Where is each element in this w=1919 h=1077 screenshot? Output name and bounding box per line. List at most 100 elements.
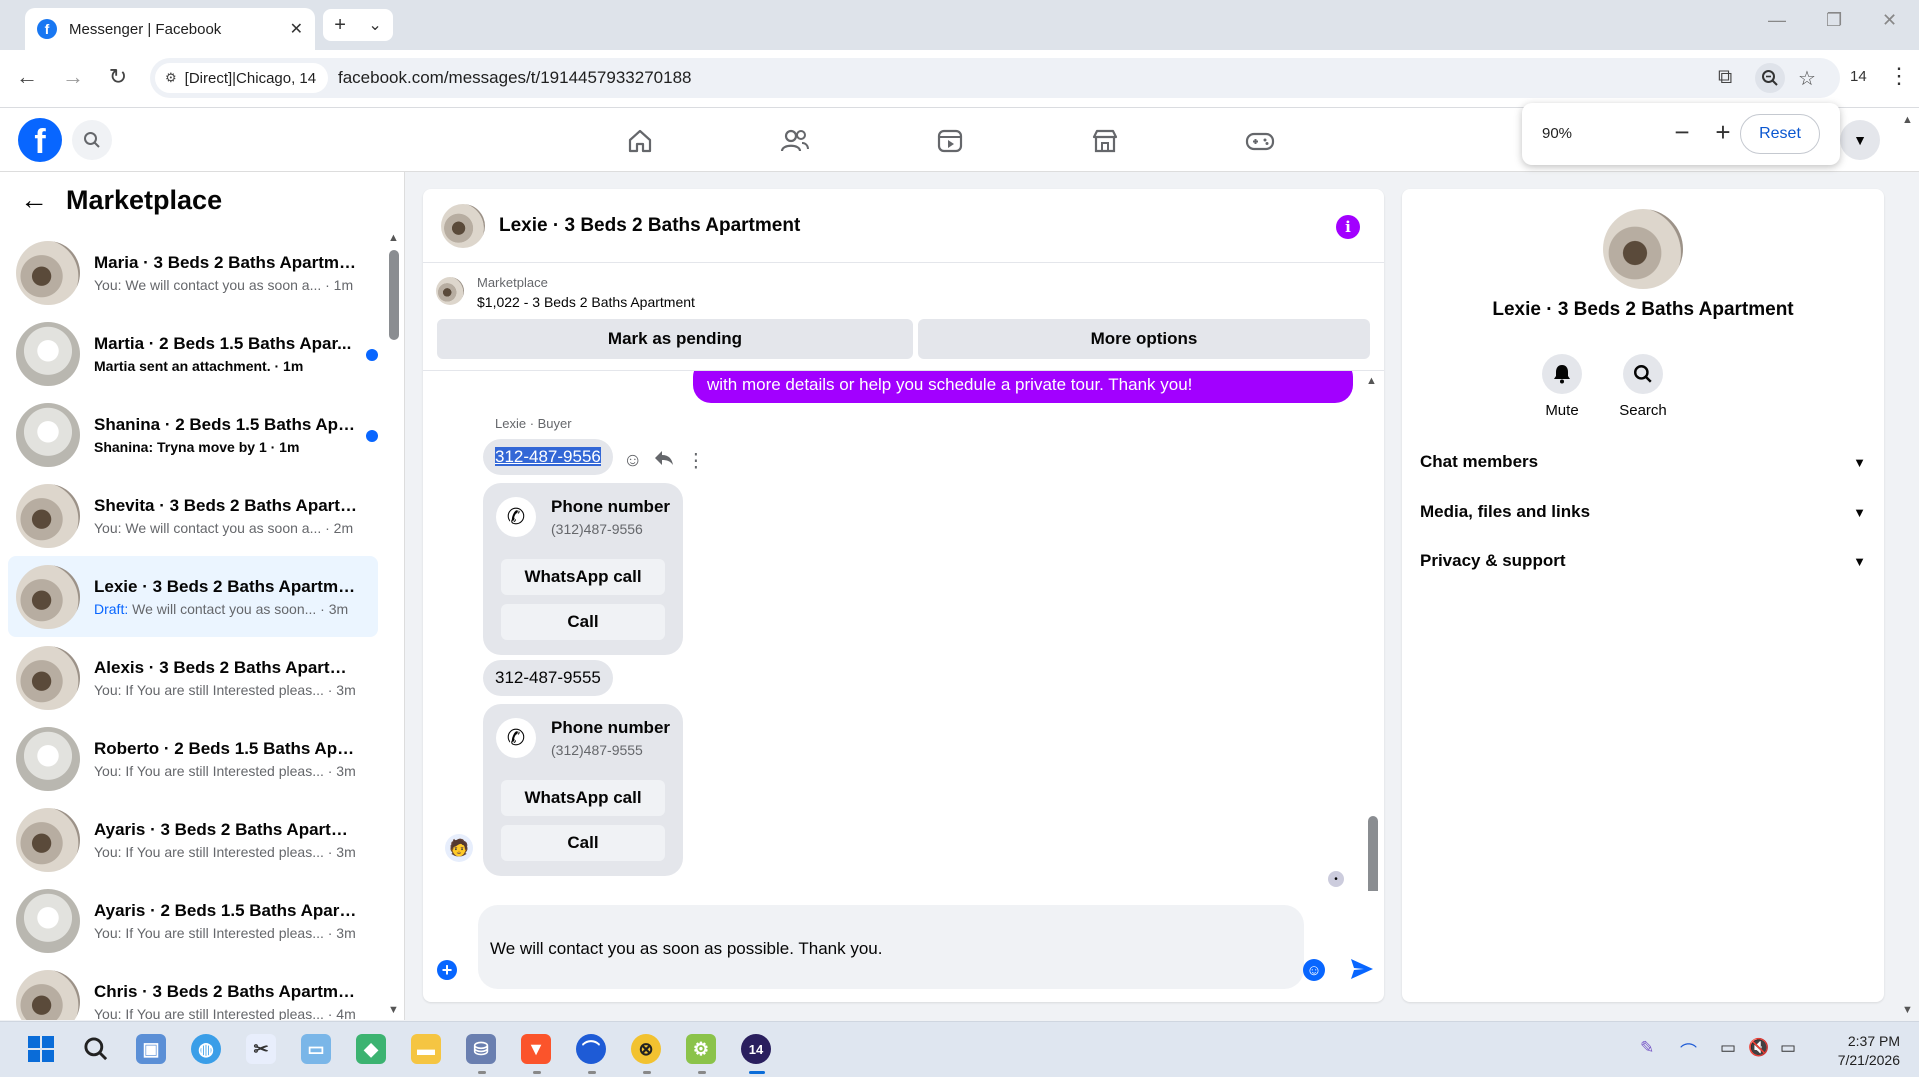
- conversation-avatar: [16, 564, 80, 629]
- file-explorer-icon[interactable]: ▬: [411, 1034, 441, 1064]
- conversation-item[interactable]: Maria · 3 Beds 2 Baths Apartment You: We …: [8, 232, 378, 313]
- chat-scroll-up-icon[interactable]: ▲: [1366, 375, 1377, 387]
- browser-tab[interactable]: f Messenger | Facebook ✕: [25, 8, 315, 50]
- pen-icon[interactable]: ✎: [1640, 1038, 1654, 1058]
- chat-scrollbar[interactable]: [1368, 816, 1378, 891]
- conversation-item[interactable]: Martia · 2 Beds 1.5 Baths Apar... Martia …: [8, 313, 378, 394]
- site-info-chip[interactable]: ⚙ [Direct]|Chicago, 14: [155, 63, 329, 93]
- message-composer[interactable]: We will contact you as soon as possible.…: [478, 905, 1304, 989]
- install-app-icon[interactable]: ⧉: [1718, 66, 1732, 89]
- mute-action[interactable]: Mute: [1522, 354, 1602, 419]
- add-attachment-icon[interactable]: +: [437, 960, 457, 980]
- listing-price-title[interactable]: $1,022 - 3 Beds 2 Baths Apartment: [477, 294, 695, 310]
- sent-message-bubble[interactable]: with more details or help you schedule a…: [693, 371, 1353, 403]
- facebook-search-icon[interactable]: [72, 120, 112, 160]
- conversation-item[interactable]: Lexie · 3 Beds 2 Baths Apartment Draft: W…: [8, 556, 378, 637]
- whatsapp-call-button[interactable]: WhatsApp call: [501, 559, 665, 595]
- emoji-icon[interactable]: ☺: [1303, 959, 1325, 981]
- media-files-links-section[interactable]: Media, files and links ▼: [1420, 492, 1866, 532]
- scroll-down-arrow-icon[interactable]: ▼: [388, 1004, 399, 1016]
- gaming-icon[interactable]: [1243, 124, 1277, 158]
- search-action[interactable]: Search: [1603, 354, 1683, 419]
- conversation-item[interactable]: Ayaris · 2 Beds 1.5 Baths Apartm... You: …: [8, 880, 378, 961]
- display-icon[interactable]: ▭: [1720, 1038, 1736, 1058]
- page-scroll-up-icon[interactable]: ▲: [1902, 114, 1913, 126]
- conversation-item[interactable]: Shanina · 2 Beds 1.5 Baths Apa... Shanina…: [8, 394, 378, 475]
- system-clock[interactable]: 2:37 PM 7/21/2026: [1820, 1032, 1900, 1070]
- call-button[interactable]: Call: [501, 604, 665, 640]
- new-tab-button[interactable]: +: [334, 14, 346, 37]
- photos-app-icon[interactable]: ▣: [136, 1034, 166, 1064]
- privacy-support-section[interactable]: Privacy & support ▼: [1420, 541, 1866, 581]
- windows-start-icon[interactable]: [26, 1034, 56, 1064]
- reply-icon[interactable]: [654, 449, 674, 473]
- sidebar-scrollbar[interactable]: [389, 250, 399, 340]
- friends-icon[interactable]: [778, 124, 812, 158]
- phone-message-bubble[interactable]: 312-487-9555: [483, 660, 613, 696]
- url-text[interactable]: facebook.com/messages/t/1914457933270188: [338, 68, 691, 88]
- send-icon[interactable]: [1348, 955, 1376, 983]
- back-arrow-icon[interactable]: ←: [20, 184, 48, 216]
- zoom-out-button[interactable]: −: [1667, 117, 1697, 147]
- omnibox[interactable]: ⚙ [Direct]|Chicago, 14 facebook.com/mess…: [150, 58, 1840, 98]
- scroll-up-arrow-icon[interactable]: ▲: [388, 232, 399, 244]
- facebook-logo-icon[interactable]: f: [18, 118, 62, 162]
- conversation-item[interactable]: Chris · 3 Beds 2 Baths Apartment You: If …: [8, 961, 378, 1020]
- chat-title[interactable]: Lexie · 3 Beds 2 Baths Apartment: [499, 215, 800, 237]
- more-actions-icon[interactable]: ⋮: [686, 450, 705, 473]
- profile-badge[interactable]: 14: [1850, 68, 1867, 85]
- automation-app-icon[interactable]: ⚙: [686, 1034, 716, 1064]
- battery-icon[interactable]: ▭: [1780, 1038, 1796, 1058]
- conversation-item[interactable]: Roberto · 2 Beds 1.5 Baths Apart... You: …: [8, 718, 378, 799]
- back-arrow-icon[interactable]: ←: [12, 64, 42, 90]
- bookmark-star-icon[interactable]: ☆: [1798, 66, 1816, 91]
- tab-search-icon[interactable]: ⌄: [368, 15, 381, 35]
- conversation-item[interactable]: Ayaris · 3 Beds 2 Baths Apartment You: If…: [8, 799, 378, 880]
- conversation-item[interactable]: Alexis · 3 Beds 2 Baths Apartment You: If…: [8, 637, 378, 718]
- account-menu-icon[interactable]: ▼: [1840, 120, 1880, 160]
- network-app-icon[interactable]: ⛁: [466, 1034, 496, 1064]
- zoom-icon[interactable]: [1755, 63, 1785, 93]
- snipping-tool-icon[interactable]: ✂: [246, 1034, 276, 1064]
- chat-avatar[interactable]: [441, 203, 485, 248]
- whatsapp-call-button[interactable]: WhatsApp call: [501, 780, 665, 816]
- restore-icon[interactable]: ❐: [1826, 10, 1842, 31]
- widgets-app-icon[interactable]: ◆: [356, 1034, 386, 1064]
- conversation-item[interactable]: Shevita · 3 Beds 2 Baths Apartm... You: W…: [8, 475, 378, 556]
- remote-app-icon[interactable]: ▭: [301, 1034, 331, 1064]
- speaker-muted-icon[interactable]: 🔇: [1748, 1038, 1769, 1058]
- phone-message-bubble[interactable]: 312-487-9556: [483, 439, 613, 475]
- react-emoji-icon[interactable]: ☺: [623, 450, 642, 472]
- globe-app-icon[interactable]: ◍: [191, 1034, 221, 1064]
- brave-browser-icon[interactable]: ▼: [521, 1034, 551, 1064]
- running-indicator: [698, 1071, 706, 1074]
- zoom-reset-button[interactable]: Reset: [1740, 114, 1820, 154]
- buyer-avatar[interactable]: 🧑: [445, 834, 473, 862]
- tab-close-icon[interactable]: ✕: [290, 19, 303, 39]
- conversation-snippet: You: If You are still Interested pleas..…: [94, 1005, 356, 1021]
- search-icon[interactable]: [1623, 354, 1663, 394]
- ix-browser-icon[interactable]: ⊗: [631, 1034, 661, 1064]
- zoom-in-button[interactable]: +: [1708, 117, 1738, 147]
- profile-avatar[interactable]: [1603, 209, 1683, 289]
- minimize-icon[interactable]: —: [1768, 10, 1786, 31]
- vpn-app-icon[interactable]: ⌒: [576, 1034, 606, 1064]
- chat-members-section[interactable]: Chat members ▼: [1420, 442, 1866, 482]
- call-button[interactable]: Call: [501, 825, 665, 861]
- video-icon[interactable]: [933, 124, 967, 158]
- window-close-icon[interactable]: ✕: [1882, 10, 1897, 31]
- info-icon[interactable]: i: [1336, 215, 1360, 239]
- reload-icon[interactable]: ↻: [103, 64, 133, 90]
- marketplace-icon[interactable]: [1088, 124, 1122, 158]
- bell-icon[interactable]: [1542, 354, 1582, 394]
- listing-thumbnail[interactable]: [436, 277, 464, 305]
- vpn-tray-icon[interactable]: ⌒: [1680, 1038, 1697, 1063]
- home-icon[interactable]: [623, 124, 657, 158]
- profile-browser-icon[interactable]: 14: [741, 1034, 771, 1064]
- page-scroll-down-icon[interactable]: ▼: [1902, 1004, 1913, 1016]
- forward-arrow-icon[interactable]: →: [58, 64, 88, 90]
- browser-menu-icon[interactable]: ⋮: [1888, 63, 1910, 89]
- taskbar-search-icon[interactable]: [81, 1034, 111, 1064]
- more-options-button[interactable]: More options: [918, 319, 1370, 359]
- mark-as-pending-button[interactable]: Mark as pending: [437, 319, 913, 359]
